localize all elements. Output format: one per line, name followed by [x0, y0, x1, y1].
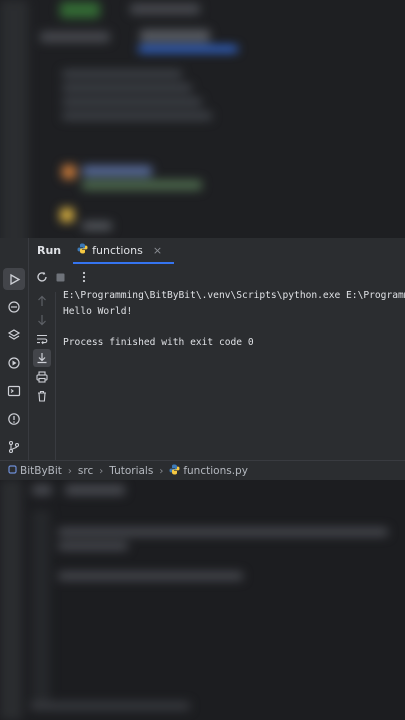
- scroll-up-icon[interactable]: [33, 292, 51, 310]
- close-icon[interactable]: ×: [153, 244, 162, 257]
- problems-icon[interactable]: [3, 408, 25, 430]
- breadcrumb-label: src: [77, 465, 94, 477]
- breadcrumb: BitByBit › src › Tutorials › functions.p…: [0, 460, 405, 481]
- chevron-right-icon: ›: [99, 465, 104, 477]
- console-side-actions: [29, 292, 56, 460]
- chevron-right-icon: ›: [159, 465, 164, 477]
- terminal-icon[interactable]: [3, 380, 25, 402]
- tool-window-strip: [0, 238, 29, 460]
- layers-icon[interactable]: [3, 324, 25, 346]
- breadcrumb-label: Tutorials: [109, 465, 154, 477]
- breadcrumb-item-project[interactable]: BitByBit: [8, 465, 62, 477]
- breadcrumb-label: BitByBit: [20, 465, 62, 477]
- run-tool-window: Run functions × E:\Programming\BitByBit\…: [29, 238, 405, 460]
- run-title: Run: [37, 243, 62, 257]
- blurred-reflection-area: [0, 480, 405, 720]
- python-file-icon: [77, 243, 88, 257]
- breadcrumb-item-tutorials[interactable]: Tutorials: [109, 465, 153, 477]
- scroll-down-icon[interactable]: [33, 311, 51, 329]
- run-toolbar: [29, 266, 405, 288]
- breadcrumb-label: functions.py: [183, 465, 248, 477]
- tab-label: functions: [92, 243, 143, 257]
- editor-blurred-area: [0, 0, 405, 238]
- chevron-right-icon: ›: [67, 465, 72, 477]
- scroll-to-end-icon[interactable]: [33, 349, 51, 367]
- services-icon[interactable]: [3, 352, 25, 374]
- more-icon[interactable]: [75, 268, 93, 286]
- project-icon: [8, 465, 17, 477]
- clear-all-icon[interactable]: [33, 387, 51, 405]
- print-icon[interactable]: [33, 368, 51, 386]
- python-console-icon[interactable]: [3, 296, 25, 318]
- tab-functions[interactable]: functions ×: [73, 238, 174, 264]
- soft-wrap-icon[interactable]: [33, 330, 51, 348]
- stop-icon[interactable]: [51, 268, 69, 286]
- console-line: E:\Programming\BitByBit\.venv\Scripts\py…: [63, 290, 405, 301]
- console-line: Process finished with exit code 0: [63, 336, 254, 348]
- run-icon[interactable]: [3, 268, 25, 290]
- console-output[interactable]: E:\Programming\BitByBit\.venv\Scripts\py…: [63, 288, 405, 456]
- run-header: Run functions ×: [29, 238, 405, 264]
- git-icon[interactable]: [3, 436, 25, 458]
- console-line: Hello World!: [63, 305, 133, 317]
- python-file-icon: [169, 464, 180, 478]
- rerun-icon[interactable]: [33, 268, 51, 286]
- breadcrumb-item-file[interactable]: functions.py: [169, 464, 248, 478]
- breadcrumb-item-src[interactable]: src: [78, 465, 93, 477]
